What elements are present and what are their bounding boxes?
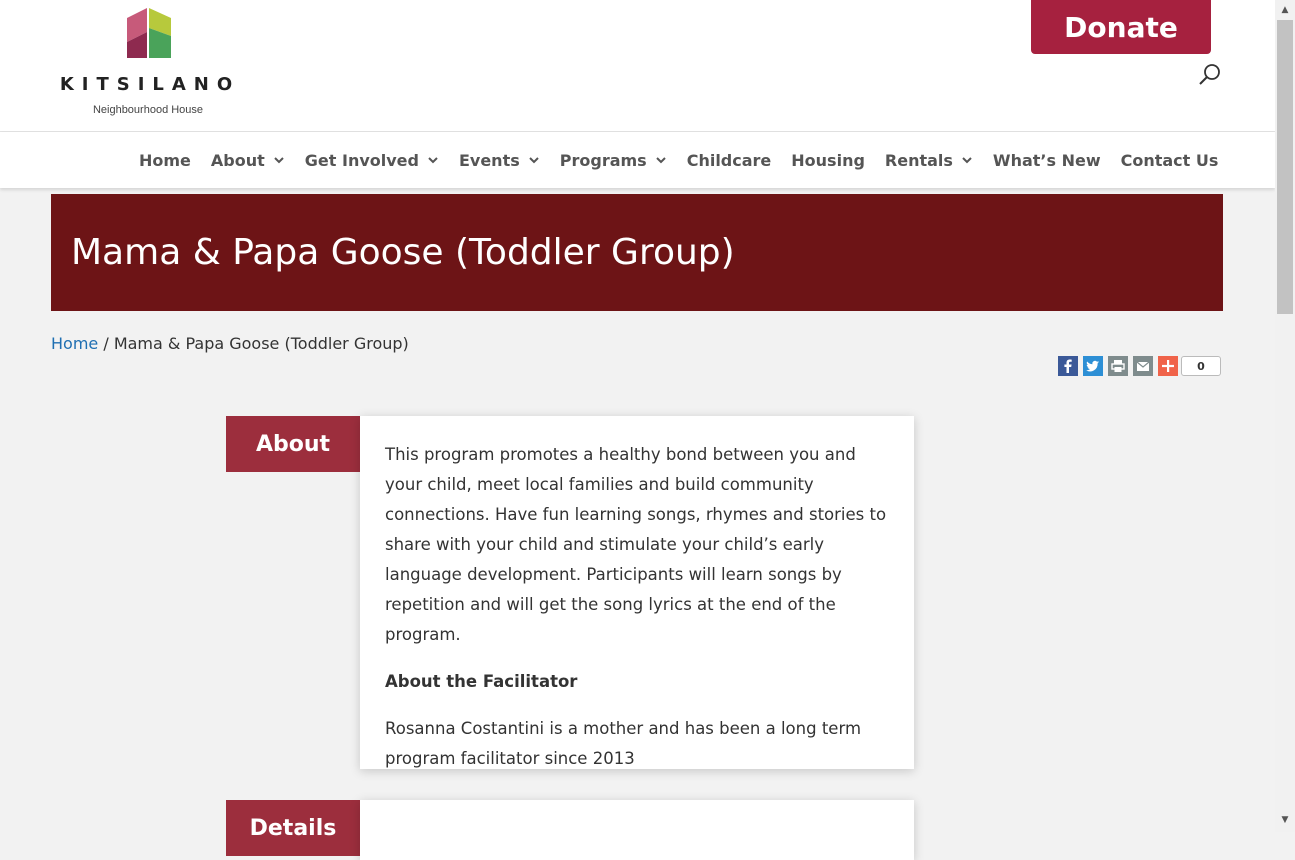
print-icon[interactable] xyxy=(1108,356,1128,376)
details-tab: Details xyxy=(226,800,360,856)
breadcrumb-home-link[interactable]: Home xyxy=(51,334,98,353)
page-title-banner: Mama & Papa Goose (Toddler Group) xyxy=(51,194,1223,311)
chevron-down-icon xyxy=(962,157,972,164)
breadcrumb-current: Mama & Papa Goose (Toddler Group) xyxy=(113,334,409,353)
site-logo[interactable]: KITSILANO Neighbourhood House xyxy=(55,8,245,123)
nav-item-label: Childcare xyxy=(686,150,772,170)
nav-item-childcare[interactable]: Childcare xyxy=(687,151,772,170)
breadcrumb-separator: / xyxy=(98,334,114,353)
nav-item-events[interactable]: Events xyxy=(459,151,540,170)
twitter-icon[interactable] xyxy=(1083,356,1103,376)
chevron-down-icon xyxy=(428,157,438,164)
about-paragraph: This program promotes a healthy bond bet… xyxy=(385,445,887,644)
logo-subtitle: Neighbourhood House xyxy=(92,104,204,116)
logo-mark-icon xyxy=(127,8,171,58)
nav-item-get-involved[interactable]: Get Involved xyxy=(305,151,439,170)
nav-item-home[interactable]: Home xyxy=(139,151,191,170)
nav-item-label: What’s New xyxy=(992,150,1101,170)
nav-item-label: About xyxy=(210,150,265,170)
share-bar: 0 xyxy=(1058,356,1221,376)
nav-list: Home About Get Involved Events Programs … xyxy=(139,132,1238,188)
nav-item-housing[interactable]: Housing xyxy=(791,151,865,170)
nav-item-contact-us[interactable]: Contact Us xyxy=(1121,151,1219,170)
scrollbar-thumb[interactable] xyxy=(1277,20,1293,314)
nav-item-label: Get Involved xyxy=(304,150,419,170)
details-card xyxy=(360,800,914,860)
nav-item-label: Contact Us xyxy=(1120,150,1219,170)
nav-item-whats-new[interactable]: What’s New xyxy=(993,151,1101,170)
nav-item-programs[interactable]: Programs xyxy=(560,151,667,170)
breadcrumb: Home / Mama & Papa Goose (Toddler Group) xyxy=(51,334,409,353)
share-count: 0 xyxy=(1181,356,1221,376)
page-title: Mama & Papa Goose (Toddler Group) xyxy=(71,232,735,273)
main-navigation: Home About Get Involved Events Programs … xyxy=(0,132,1275,188)
scroll-down-arrow-icon[interactable]: ▼ xyxy=(1279,814,1291,826)
facilitator-text: Rosanna Costantini is a mother and has b… xyxy=(385,719,862,768)
nav-item-about[interactable]: About xyxy=(211,151,285,170)
nav-item-rentals[interactable]: Rentals xyxy=(885,151,973,170)
site-header: KITSILANO Neighbourhood House Donate xyxy=(0,0,1275,132)
page-scrollbar[interactable]: ▲ ▼ xyxy=(1275,0,1295,832)
chevron-down-icon xyxy=(655,157,666,164)
nav-item-label: Programs xyxy=(559,150,647,170)
donate-button[interactable]: Donate xyxy=(1031,0,1211,54)
nav-item-label: Rentals xyxy=(884,150,953,170)
search-icon[interactable] xyxy=(1198,63,1222,87)
email-icon[interactable] xyxy=(1133,356,1153,376)
about-card: This program promotes a healthy bond bet… xyxy=(360,416,914,769)
logo-wordmark: KITSILANO xyxy=(59,74,241,95)
nav-item-label: Housing xyxy=(791,150,865,170)
chevron-down-icon xyxy=(529,157,539,164)
chevron-down-icon xyxy=(274,157,284,164)
nav-item-label: Home xyxy=(139,150,191,170)
about-tab: About xyxy=(226,416,360,472)
facilitator-heading: About the Facilitator xyxy=(385,672,578,691)
nav-item-label: Events xyxy=(458,150,520,170)
facebook-icon[interactable] xyxy=(1058,356,1078,376)
scroll-up-arrow-icon[interactable]: ▲ xyxy=(1279,4,1291,16)
plus-icon[interactable] xyxy=(1158,356,1178,376)
